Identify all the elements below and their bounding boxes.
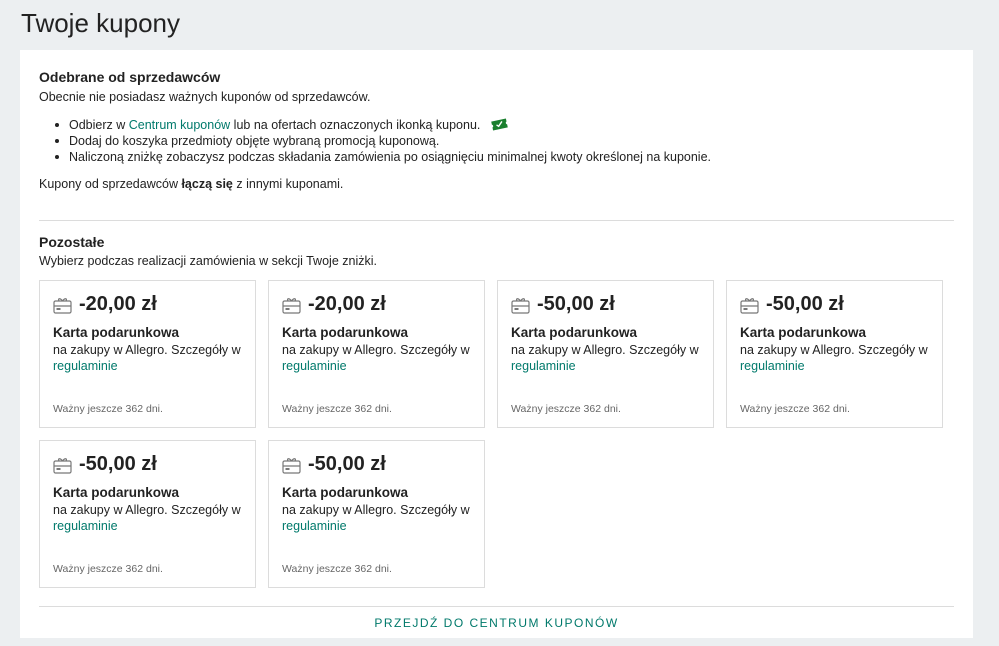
sellers-instructions-list: Odbierz w Centrum kuponów lub na ofertac… bbox=[55, 117, 711, 165]
coupon-desc-text: na zakupy w Allegro. Szczegóły w bbox=[511, 343, 699, 357]
combine-text: z innymi kuponami. bbox=[232, 177, 344, 191]
coupon-name: Karta podarunkowa bbox=[282, 485, 409, 500]
coupon-name: Karta podarunkowa bbox=[53, 485, 180, 500]
page-title: Twoje kupony bbox=[21, 8, 180, 38]
coupon-amount: -50,00 zł bbox=[308, 453, 386, 475]
coupon-name: Karta podarunkowa bbox=[740, 325, 867, 340]
combine-text: Kupony od sprzedawców bbox=[39, 177, 182, 191]
instruction-text: lub na ofertach oznaczonych ikonką kupon… bbox=[230, 118, 481, 132]
instruction-item: Dodaj do koszyka przedmioty objęte wybra… bbox=[55, 133, 711, 149]
coupon-description: na zakupy w Allegro. Szczegóły w regulam… bbox=[511, 342, 711, 374]
gift-card-icon bbox=[53, 457, 72, 479]
instruction-text: Odbierz w bbox=[69, 118, 129, 132]
terms-link[interactable]: regulaminie bbox=[282, 519, 347, 533]
terms-link[interactable]: regulaminie bbox=[740, 359, 805, 373]
sellers-empty-text: Obecnie nie posiadasz ważnych kuponów od… bbox=[39, 90, 371, 104]
coupon-validity: Ważny jeszcze 362 dni. bbox=[53, 403, 163, 415]
gift-card-coupon[interactable]: -50,00 zł Karta podarunkowa na zakupy w … bbox=[726, 280, 943, 428]
footer-divider bbox=[39, 606, 954, 607]
coupon-desc-text: na zakupy w Allegro. Szczegóły w bbox=[282, 343, 470, 357]
gift-card-coupon[interactable]: -50,00 zł Karta podarunkowa na zakupy w … bbox=[497, 280, 714, 428]
coupon-amount: -20,00 zł bbox=[308, 293, 386, 315]
coupon-desc-text: na zakupy w Allegro. Szczegóły w bbox=[282, 503, 470, 517]
terms-link[interactable]: regulaminie bbox=[282, 359, 347, 373]
instruction-item: Naliczoną zniżkę zobaczysz podczas skład… bbox=[55, 149, 711, 165]
coupon-center-link[interactable]: Centrum kuponów bbox=[129, 118, 230, 132]
coupon-validity: Ważny jeszcze 362 dni. bbox=[282, 403, 392, 415]
combine-bold-text: łączą się bbox=[181, 177, 233, 191]
instruction-item: Odbierz w Centrum kuponów lub na ofertac… bbox=[55, 117, 711, 133]
coupon-name: Karta podarunkowa bbox=[53, 325, 180, 340]
terms-link[interactable]: regulaminie bbox=[53, 359, 118, 373]
coupon-amount: -50,00 zł bbox=[537, 293, 615, 315]
coupon-validity: Ważny jeszcze 362 dni. bbox=[740, 403, 850, 415]
gift-card-icon bbox=[282, 297, 301, 319]
coupons-panel: Odebrane od sprzedawców Obecnie nie posi… bbox=[20, 50, 973, 638]
gift-card-coupon[interactable]: -20,00 zł Karta podarunkowa na zakupy w … bbox=[268, 280, 485, 428]
coupon-amount: -50,00 zł bbox=[766, 293, 844, 315]
coupon-description: na zakupy w Allegro. Szczegóły w regulam… bbox=[282, 342, 482, 374]
coupon-validity: Ważny jeszcze 362 dni. bbox=[282, 563, 392, 575]
coupon-description: na zakupy w Allegro. Szczegóły w regulam… bbox=[53, 502, 253, 534]
gift-card-coupon[interactable]: -20,00 zł Karta podarunkowa na zakupy w … bbox=[39, 280, 256, 428]
coupon-description: na zakupy w Allegro. Szczegóły w regulam… bbox=[740, 342, 940, 374]
coupon-validity: Ważny jeszcze 362 dni. bbox=[511, 403, 621, 415]
gift-card-coupon[interactable]: -50,00 zł Karta podarunkowa na zakupy w … bbox=[39, 440, 256, 588]
coupon-description: na zakupy w Allegro. Szczegóły w regulam… bbox=[282, 502, 482, 534]
coupon-name: Karta podarunkowa bbox=[282, 325, 409, 340]
sellers-section-title: Odebrane od sprzedawców bbox=[39, 69, 221, 85]
coupon-amount: -20,00 zł bbox=[79, 293, 157, 315]
gift-card-icon bbox=[740, 297, 759, 319]
coupon-description: na zakupy w Allegro. Szczegóły w regulam… bbox=[53, 342, 253, 374]
gift-card-icon bbox=[511, 297, 530, 319]
go-to-coupon-center-link[interactable]: PRZEJDŹ DO CENTRUM KUPONÓW bbox=[39, 616, 954, 630]
coupon-desc-text: na zakupy w Allegro. Szczegóły w bbox=[740, 343, 928, 357]
others-subtitle: Wybierz podczas realizacji zamówienia w … bbox=[39, 254, 377, 268]
terms-link[interactable]: regulaminie bbox=[53, 519, 118, 533]
coupon-desc-text: na zakupy w Allegro. Szczegóły w bbox=[53, 343, 241, 357]
coupon-name: Karta podarunkowa bbox=[511, 325, 638, 340]
others-section-title: Pozostałe bbox=[39, 234, 105, 250]
gift-card-icon bbox=[53, 297, 72, 319]
coupon-amount: -50,00 zł bbox=[79, 453, 157, 475]
section-divider bbox=[39, 220, 954, 221]
gift-card-coupon[interactable]: -50,00 zł Karta podarunkowa na zakupy w … bbox=[268, 440, 485, 588]
terms-link[interactable]: regulaminie bbox=[511, 359, 576, 373]
gift-card-icon bbox=[282, 457, 301, 479]
combine-info: Kupony od sprzedawców łączą się z innymi… bbox=[39, 177, 343, 191]
coupon-desc-text: na zakupy w Allegro. Szczegóły w bbox=[53, 503, 241, 517]
coupon-validity: Ważny jeszcze 362 dni. bbox=[53, 563, 163, 575]
